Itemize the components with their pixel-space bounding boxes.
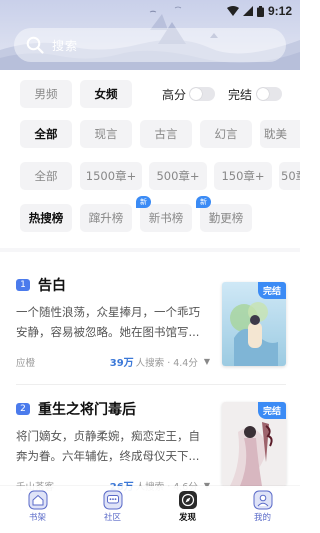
rank-badge: 1 xyxy=(16,279,30,291)
rank-badge: 2 xyxy=(16,403,30,415)
book-author: 应橙 xyxy=(16,357,36,369)
nav-profile[interactable]: 我的 xyxy=(233,490,293,523)
book-title[interactable]: 告白 xyxy=(38,275,66,295)
new-badge: 新 xyxy=(196,196,211,208)
length-1500[interactable]: 1500章+ xyxy=(80,162,142,190)
book-meta: 应橙 39万 人搜索 · 4.4分 ▼ xyxy=(16,354,210,369)
book-description: 一个随性浪荡，众星捧月，一个乖巧安静，容易被忽略。她在图书馆写... xyxy=(16,305,200,339)
nav-label: 发现 xyxy=(178,513,196,523)
length-150[interactable]: 150章+ xyxy=(214,162,272,190)
search-bar[interactable]: 搜索 xyxy=(14,28,286,62)
discover-icon xyxy=(178,491,197,509)
length-50[interactable]: 50章+ xyxy=(279,162,300,190)
rank-diligent-update[interactable]: 新 勤更榜 xyxy=(196,196,252,232)
section-divider xyxy=(0,248,300,252)
genre-filter-row: 全部 现言 古言 幻言 耽美 xyxy=(0,120,300,148)
bottom-navigation: 书架 社区 发现 我的 xyxy=(0,486,300,533)
search-placeholder: 搜索 xyxy=(52,38,79,53)
list-separator xyxy=(16,384,286,385)
genre-fantasy-romance[interactable]: 幻言 xyxy=(200,120,252,148)
nav-label: 社区 xyxy=(103,513,121,523)
completed-toggle[interactable] xyxy=(256,87,282,101)
nav-community[interactable]: 社区 xyxy=(83,490,143,523)
wifi-icon xyxy=(226,6,239,16)
genre-ancient-romance[interactable]: 古言 xyxy=(140,120,192,148)
search-suffix: 人搜索 · 4.4分 xyxy=(135,357,198,369)
nav-label: 我的 xyxy=(253,513,271,523)
nav-discover[interactable]: 发现 xyxy=(158,490,218,523)
rank-diligent-update-label: 勤更榜 xyxy=(208,211,244,225)
rank-rising[interactable]: 蹿升榜 xyxy=(80,204,132,232)
book-cover[interactable]: 完结 xyxy=(222,402,286,486)
completed-tag: 完结 xyxy=(257,402,286,419)
length-all[interactable]: 全部 xyxy=(20,162,72,190)
nav-label: 书架 xyxy=(28,513,46,523)
completed-tag: 完结 xyxy=(257,282,286,299)
signal-icon xyxy=(242,6,253,16)
bookshelf-icon xyxy=(28,490,47,510)
tab-female[interactable]: 女频 xyxy=(80,80,132,108)
rank-new-books-label: 新书榜 xyxy=(148,211,184,225)
header-banner: 9:12 搜索 xyxy=(0,0,300,70)
rank-new-books[interactable]: 新 新书榜 xyxy=(136,196,192,232)
status-bar: 9:12 xyxy=(0,0,300,22)
status-time: 9:12 xyxy=(267,4,292,18)
rank-rising-label: 蹿升榜 xyxy=(88,211,124,225)
nav-bookshelf[interactable]: 书架 xyxy=(8,490,68,523)
book-list-item[interactable]: 1 告白 一个随性浪荡，众星捧月，一个乖巧安静，容易被忽略。她在图书馆写... … xyxy=(0,270,300,385)
rank-hot-search-label: 热搜榜 xyxy=(28,211,64,225)
book-description: 将门嫡女，贞静柔婉，痴恋定王，自奔为眷。六年辅佐，终成母仪天下... xyxy=(16,429,200,463)
community-icon xyxy=(103,490,122,510)
rank-type-row: 热搜榜 蹿升榜 新 新书榜 新 勤更榜 xyxy=(0,196,300,232)
length-500[interactable]: 500章+ xyxy=(149,162,207,190)
profile-icon xyxy=(253,490,272,510)
high-score-label: 高分 xyxy=(162,88,187,102)
battery-icon xyxy=(256,5,264,17)
length-filter-row: 全部 1500章+ 500章+ 150章+ 50章+ xyxy=(0,162,300,190)
tab-male[interactable]: 男频 xyxy=(20,80,72,108)
high-score-toggle[interactable] xyxy=(189,87,215,101)
completed-label: 完结 xyxy=(228,88,253,102)
book-title[interactable]: 重生之将门毒后 xyxy=(38,399,136,419)
genre-danmei[interactable]: 耽美 xyxy=(260,120,300,148)
gender-filter-row: 男频 女频 高分 完结 xyxy=(0,80,300,108)
book-cover[interactable]: 完结 xyxy=(222,282,286,366)
genre-all[interactable]: 全部 xyxy=(20,120,72,148)
search-count: 39万 xyxy=(109,358,134,369)
dropdown-triangle-icon[interactable]: ▼ xyxy=(204,357,210,366)
rank-hot-search[interactable]: 热搜榜 xyxy=(20,204,72,232)
genre-modern-romance[interactable]: 现言 xyxy=(80,120,132,148)
search-icon xyxy=(26,36,44,54)
new-badge: 新 xyxy=(136,196,151,208)
